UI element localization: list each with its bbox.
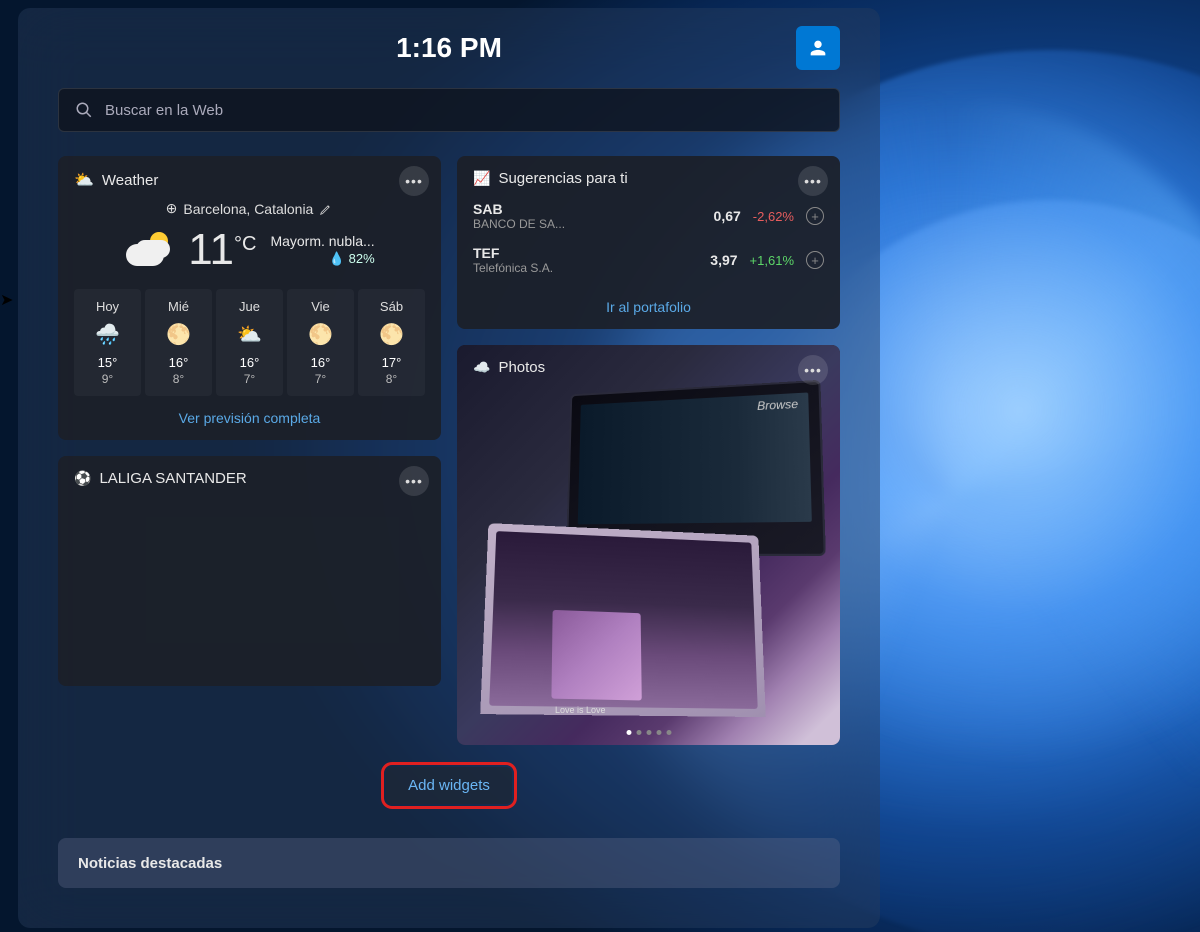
profile-button[interactable]	[796, 26, 840, 70]
weather-widget[interactable]: ⛅ Weather ••• ⊕ Barcelona, Catalonia 11 …	[58, 156, 441, 440]
laliga-more-button[interactable]: •••	[399, 466, 429, 496]
day-high: 16°	[220, 355, 279, 370]
day-low: 8°	[362, 372, 421, 386]
forecast-day[interactable]: Hoy 🌧️ 15° 9°	[74, 289, 141, 396]
current-temperature: 11	[188, 225, 234, 275]
search-input[interactable]: Buscar en la Web	[58, 88, 840, 132]
day-low: 7°	[220, 372, 279, 386]
weather-title: Weather	[102, 172, 158, 189]
stock-change: +1,61%	[750, 253, 794, 268]
photo-album-art	[551, 610, 641, 701]
add-stock-button[interactable]: +	[806, 251, 824, 269]
widgets-panel: 1:16 PM Buscar en la Web ⛅ Weather ••• ⊕…	[18, 8, 880, 928]
day-high: 16°	[291, 355, 350, 370]
weather-icon: ⛅	[74, 170, 94, 190]
news-heading-bar[interactable]: Noticias destacadas	[58, 838, 840, 888]
photos-more-button[interactable]: •••	[798, 355, 828, 385]
laliga-widget[interactable]: ⚽ LALIGA SANTANDER •••	[58, 456, 441, 686]
full-forecast-link[interactable]: Ver previsión completa	[74, 410, 425, 426]
current-weather-icon	[124, 230, 174, 270]
photos-widget[interactable]: ☁️ Photos ••• Browse Love is Love	[457, 345, 840, 745]
day-weather-icon: 🌧️	[78, 322, 137, 347]
location-pin-icon: ⊕	[166, 200, 178, 217]
panel-header: 1:16 PM	[58, 8, 840, 88]
day-name: Jue	[220, 299, 279, 314]
day-name: Hoy	[78, 299, 137, 314]
temperature-unit: °C	[234, 233, 256, 256]
photos-title: Photos	[498, 359, 545, 376]
photo-browse-label: Browse	[757, 397, 798, 413]
stock-price: 3,97	[710, 252, 737, 268]
forecast-day[interactable]: Sáb 🌕 17° 8°	[358, 289, 425, 396]
stocks-widget[interactable]: 📈 Sugerencias para ti ••• SAB BANCO DE S…	[457, 156, 840, 329]
forecast-row: Hoy 🌧️ 15° 9° Mié 🌕 16° 8° Jue ⛅ 1	[74, 289, 425, 396]
day-high: 15°	[78, 355, 137, 370]
cursor-icon: ➤	[0, 290, 13, 310]
add-widgets-button[interactable]: Add widgets	[386, 767, 512, 804]
stock-symbol: SAB	[473, 201, 565, 217]
stocks-icon: 📈	[473, 170, 490, 187]
weather-more-button[interactable]: •••	[399, 166, 429, 196]
day-name: Vie	[291, 299, 350, 314]
portfolio-link[interactable]: Ir al portafolio	[473, 299, 824, 315]
stock-change: -2,62%	[753, 209, 794, 224]
add-stock-button[interactable]: +	[806, 207, 824, 225]
day-low: 8°	[149, 372, 208, 386]
day-weather-icon: 🌕	[149, 322, 208, 347]
person-icon	[807, 37, 829, 59]
forecast-day[interactable]: Vie 🌕 16° 7°	[287, 289, 354, 396]
news-heading-label: Noticias destacadas	[78, 855, 222, 872]
photo-pager-dots[interactable]	[626, 730, 671, 735]
stock-row[interactable]: TEF Telefónica S.A. 3,97 +1,61% +	[473, 245, 824, 275]
day-weather-icon: 🌕	[362, 322, 421, 347]
weather-humidity: 💧 82%	[270, 251, 374, 267]
sports-icon: ⚽	[74, 470, 91, 487]
forecast-day[interactable]: Jue ⛅ 16° 7°	[216, 289, 283, 396]
day-weather-icon: 🌕	[291, 322, 350, 347]
clock-time: 1:16 PM	[396, 32, 502, 64]
stock-company: Telefónica S.A.	[473, 261, 553, 275]
day-high: 17°	[362, 355, 421, 370]
weather-description: Mayorm. nubla...	[270, 233, 374, 249]
edit-location-icon[interactable]	[319, 202, 333, 216]
stock-price: 0,67	[714, 208, 741, 224]
day-weather-icon: ⛅	[220, 322, 279, 347]
search-placeholder: Buscar en la Web	[105, 102, 223, 119]
laliga-title: LALIGA SANTANDER	[99, 470, 246, 487]
photo-preview: Browse Love is Love	[457, 345, 840, 745]
stock-symbol: TEF	[473, 245, 553, 261]
photos-icon: ☁️	[473, 359, 490, 376]
stock-company: BANCO DE SA...	[473, 217, 565, 231]
day-low: 7°	[291, 372, 350, 386]
stocks-more-button[interactable]: •••	[798, 166, 828, 196]
day-name: Mié	[149, 299, 208, 314]
day-high: 16°	[149, 355, 208, 370]
stock-row[interactable]: SAB BANCO DE SA... 0,67 -2,62% +	[473, 201, 824, 231]
photo-album-label: Love is Love	[555, 705, 606, 715]
stocks-title: Sugerencias para ti	[498, 170, 627, 187]
day-name: Sáb	[362, 299, 421, 314]
day-low: 9°	[78, 372, 137, 386]
forecast-day[interactable]: Mié 🌕 16° 8°	[145, 289, 212, 396]
weather-location: Barcelona, Catalonia	[183, 201, 313, 217]
search-icon	[75, 101, 93, 119]
